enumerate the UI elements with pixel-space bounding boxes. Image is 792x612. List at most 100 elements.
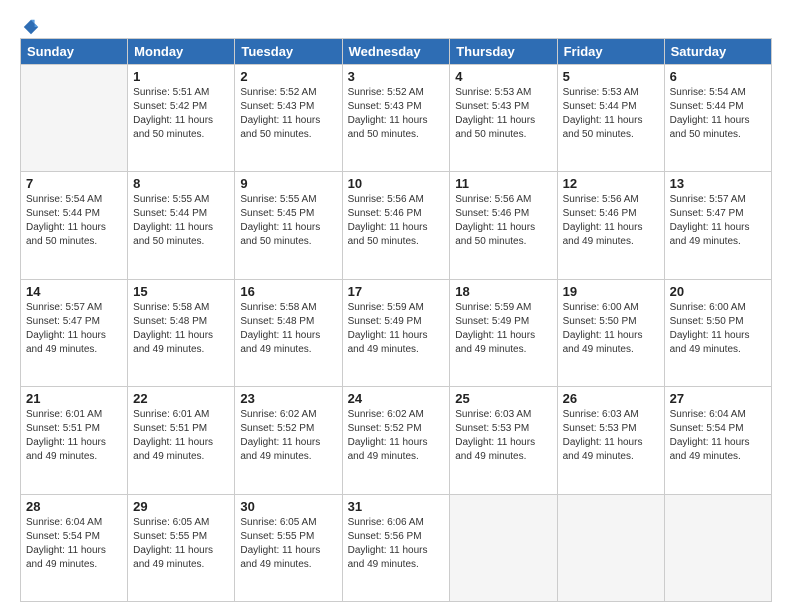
calendar-day-cell xyxy=(450,494,557,601)
calendar-day-cell: 23 Sunrise: 6:02 AMSunset: 5:52 PMDayligh… xyxy=(235,387,342,494)
day-number: 5 xyxy=(563,69,659,84)
calendar-day-cell: 17 Sunrise: 5:59 AMSunset: 5:49 PMDayligh… xyxy=(342,279,450,386)
weekday-header: Sunday xyxy=(21,39,128,65)
calendar-day-cell xyxy=(21,65,128,172)
day-info: Sunrise: 6:03 AMSunset: 5:53 PMDaylight:… xyxy=(455,408,551,464)
day-number: 31 xyxy=(348,499,445,514)
day-number: 12 xyxy=(563,176,659,191)
day-number: 26 xyxy=(563,391,659,406)
calendar-day-cell: 14 Sunrise: 5:57 AMSunset: 5:47 PMDayligh… xyxy=(21,279,128,386)
calendar-day-cell: 16 Sunrise: 5:58 AMSunset: 5:48 PMDayligh… xyxy=(235,279,342,386)
day-info: Sunrise: 6:02 AMSunset: 5:52 PMDaylight:… xyxy=(348,408,445,464)
day-info: Sunrise: 5:58 AMSunset: 5:48 PMDaylight:… xyxy=(133,301,229,357)
day-info: Sunrise: 6:04 AMSunset: 5:54 PMDaylight:… xyxy=(26,516,122,572)
calendar-day-cell: 9 Sunrise: 5:55 AMSunset: 5:45 PMDaylight… xyxy=(235,172,342,279)
day-number: 16 xyxy=(240,284,336,299)
calendar-week-row: 21 Sunrise: 6:01 AMSunset: 5:51 PMDayligh… xyxy=(21,387,772,494)
day-info: Sunrise: 5:59 AMSunset: 5:49 PMDaylight:… xyxy=(348,301,445,357)
day-info: Sunrise: 6:00 AMSunset: 5:50 PMDaylight:… xyxy=(563,301,659,357)
day-info: Sunrise: 5:52 AMSunset: 5:43 PMDaylight:… xyxy=(348,86,445,142)
calendar-day-cell: 10Sunrise: 5:56 AMSunset: 5:46 PMDayligh… xyxy=(342,172,450,279)
day-number: 8 xyxy=(133,176,229,191)
day-info: Sunrise: 5:53 AMSunset: 5:44 PMDaylight:… xyxy=(563,86,659,142)
day-number: 6 xyxy=(670,69,766,84)
day-info: Sunrise: 5:56 AMSunset: 5:46 PMDaylight:… xyxy=(348,193,445,249)
calendar-day-cell: 18 Sunrise: 5:59 AMSunset: 5:49 PMDayligh… xyxy=(450,279,557,386)
calendar-day-cell: 19 Sunrise: 6:00 AMSunset: 5:50 PMDayligh… xyxy=(557,279,664,386)
calendar-day-cell: 5 Sunrise: 5:53 AMSunset: 5:44 PMDaylight… xyxy=(557,65,664,172)
day-info: Sunrise: 6:00 AMSunset: 5:50 PMDaylight:… xyxy=(670,301,766,357)
weekday-header: Tuesday xyxy=(235,39,342,65)
day-number: 7 xyxy=(26,176,122,191)
day-number: 4 xyxy=(455,69,551,84)
calendar-day-cell: 28 Sunrise: 6:04 AMSunset: 5:54 PMDayligh… xyxy=(21,494,128,601)
calendar-day-cell: 27 Sunrise: 6:04 AMSunset: 5:54 PMDayligh… xyxy=(664,387,771,494)
day-info: Sunrise: 5:53 AMSunset: 5:43 PMDaylight:… xyxy=(455,86,551,142)
day-info: Sunrise: 5:55 AMSunset: 5:45 PMDaylight:… xyxy=(240,193,336,249)
day-number: 25 xyxy=(455,391,551,406)
day-info: Sunrise: 6:01 AMSunset: 5:51 PMDaylight:… xyxy=(26,408,122,464)
weekday-header: Friday xyxy=(557,39,664,65)
day-info: Sunrise: 5:54 AMSunset: 5:44 PMDaylight:… xyxy=(26,193,122,249)
calendar-day-cell xyxy=(557,494,664,601)
calendar-day-cell: 24 Sunrise: 6:02 AMSunset: 5:52 PMDayligh… xyxy=(342,387,450,494)
day-info: Sunrise: 6:04 AMSunset: 5:54 PMDaylight:… xyxy=(670,408,766,464)
calendar-day-cell: 7 Sunrise: 5:54 AMSunset: 5:44 PMDaylight… xyxy=(21,172,128,279)
calendar-week-row: 7 Sunrise: 5:54 AMSunset: 5:44 PMDaylight… xyxy=(21,172,772,279)
day-number: 23 xyxy=(240,391,336,406)
calendar-day-cell: 12Sunrise: 5:56 AMSunset: 5:46 PMDayligh… xyxy=(557,172,664,279)
day-info: Sunrise: 6:02 AMSunset: 5:52 PMDaylight:… xyxy=(240,408,336,464)
day-info: Sunrise: 6:06 AMSunset: 5:56 PMDaylight:… xyxy=(348,516,445,572)
day-info: Sunrise: 5:57 AMSunset: 5:47 PMDaylight:… xyxy=(670,193,766,249)
calendar-week-row: 14 Sunrise: 5:57 AMSunset: 5:47 PMDayligh… xyxy=(21,279,772,386)
day-number: 3 xyxy=(348,69,445,84)
calendar-week-row: 1Sunrise: 5:51 AMSunset: 5:42 PMDaylight… xyxy=(21,65,772,172)
day-info: Sunrise: 6:05 AMSunset: 5:55 PMDaylight:… xyxy=(240,516,336,572)
calendar-day-cell: 26 Sunrise: 6:03 AMSunset: 5:53 PMDayligh… xyxy=(557,387,664,494)
weekday-header-row: SundayMondayTuesdayWednesdayThursdayFrid… xyxy=(21,39,772,65)
day-number: 24 xyxy=(348,391,445,406)
calendar-day-cell: 29Sunrise: 6:05 AMSunset: 5:55 PMDayligh… xyxy=(128,494,235,601)
day-number: 29 xyxy=(133,499,229,514)
logo xyxy=(20,18,40,32)
calendar-day-cell: 31 Sunrise: 6:06 AMSunset: 5:56 PMDayligh… xyxy=(342,494,450,601)
day-number: 17 xyxy=(348,284,445,299)
day-number: 2 xyxy=(240,69,336,84)
calendar-day-cell: 3 Sunrise: 5:52 AMSunset: 5:43 PMDaylight… xyxy=(342,65,450,172)
day-info: Sunrise: 5:55 AMSunset: 5:44 PMDaylight:… xyxy=(133,193,229,249)
day-number: 11 xyxy=(455,176,551,191)
day-info: Sunrise: 6:01 AMSunset: 5:51 PMDaylight:… xyxy=(133,408,229,464)
weekday-header: Thursday xyxy=(450,39,557,65)
day-number: 21 xyxy=(26,391,122,406)
page: SundayMondayTuesdayWednesdayThursdayFrid… xyxy=(0,0,792,612)
day-info: Sunrise: 6:03 AMSunset: 5:53 PMDaylight:… xyxy=(563,408,659,464)
calendar-day-cell: 30 Sunrise: 6:05 AMSunset: 5:55 PMDayligh… xyxy=(235,494,342,601)
day-number: 18 xyxy=(455,284,551,299)
day-number: 20 xyxy=(670,284,766,299)
day-number: 27 xyxy=(670,391,766,406)
day-number: 19 xyxy=(563,284,659,299)
day-info: Sunrise: 5:59 AMSunset: 5:49 PMDaylight:… xyxy=(455,301,551,357)
calendar-day-cell: 4 Sunrise: 5:53 AMSunset: 5:43 PMDaylight… xyxy=(450,65,557,172)
day-number: 9 xyxy=(240,176,336,191)
day-number: 28 xyxy=(26,499,122,514)
day-info: Sunrise: 5:57 AMSunset: 5:47 PMDaylight:… xyxy=(26,301,122,357)
day-info: Sunrise: 5:52 AMSunset: 5:43 PMDaylight:… xyxy=(240,86,336,142)
day-info: Sunrise: 5:51 AMSunset: 5:42 PMDaylight:… xyxy=(133,86,229,142)
calendar-day-cell: 2 Sunrise: 5:52 AMSunset: 5:43 PMDaylight… xyxy=(235,65,342,172)
logo-icon xyxy=(22,18,40,36)
calendar-day-cell: 11 Sunrise: 5:56 AMSunset: 5:46 PMDayligh… xyxy=(450,172,557,279)
weekday-header: Monday xyxy=(128,39,235,65)
day-number: 15 xyxy=(133,284,229,299)
day-number: 13 xyxy=(670,176,766,191)
calendar-day-cell: 1Sunrise: 5:51 AMSunset: 5:42 PMDaylight… xyxy=(128,65,235,172)
calendar-day-cell: 25 Sunrise: 6:03 AMSunset: 5:53 PMDayligh… xyxy=(450,387,557,494)
day-info: Sunrise: 5:58 AMSunset: 5:48 PMDaylight:… xyxy=(240,301,336,357)
calendar-day-cell xyxy=(664,494,771,601)
day-info: Sunrise: 5:56 AMSunset: 5:46 PMDaylight:… xyxy=(455,193,551,249)
calendar-day-cell: 15 Sunrise: 5:58 AMSunset: 5:48 PMDayligh… xyxy=(128,279,235,386)
day-number: 22 xyxy=(133,391,229,406)
day-number: 14 xyxy=(26,284,122,299)
calendar-day-cell: 20 Sunrise: 6:00 AMSunset: 5:50 PMDayligh… xyxy=(664,279,771,386)
day-number: 30 xyxy=(240,499,336,514)
